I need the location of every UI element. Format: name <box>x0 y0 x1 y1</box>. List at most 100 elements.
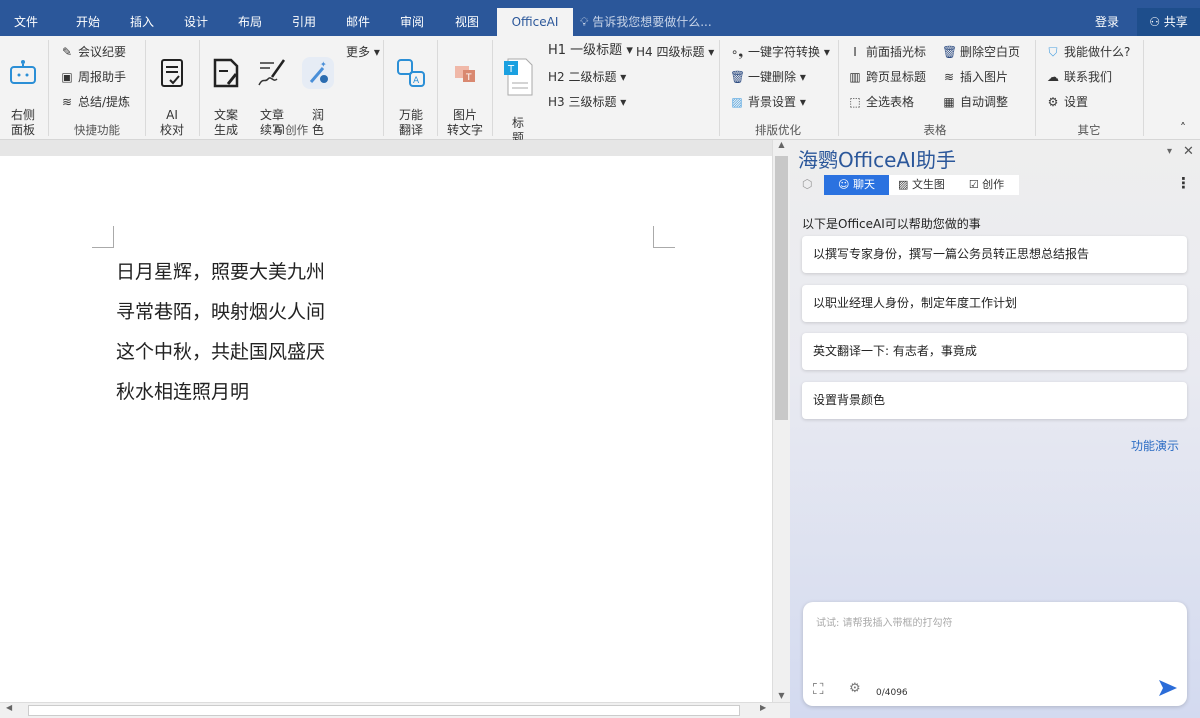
tab-insert[interactable]: 插入 <box>116 0 168 36</box>
heading-button[interactable]: T 标 题 <box>498 42 538 146</box>
document-line[interactable]: 日月星辉，照要大美九州 <box>116 257 325 284</box>
close-icon[interactable]: ✕ <box>1183 144 1194 159</box>
repeat-header-button[interactable]: ▥跨页显标题 <box>848 69 926 85</box>
suggestion-card[interactable]: 英文翻译一下: 有志者，事竟成 <box>802 333 1187 370</box>
scroll-right-icon[interactable]: ▶ <box>760 703 766 712</box>
scroll-left-icon[interactable]: ◀ <box>6 703 12 712</box>
h2-button[interactable]: H2 二级标题 ▾ <box>548 69 626 85</box>
h3-button[interactable]: H3 三级标题 ▾ <box>548 94 626 110</box>
feature-demo-link[interactable]: 功能演示 <box>1131 437 1179 454</box>
group-label-layout: 排版优化 <box>730 122 826 138</box>
image-to-text-button[interactable]: T 图片 转文字 <box>444 42 486 138</box>
tab-home[interactable]: 开始 <box>62 0 114 36</box>
quote-convert-icon: ∘❟ <box>730 44 744 60</box>
wechat-icon: ☁ <box>1046 69 1060 85</box>
tab-mailings[interactable]: 邮件 <box>332 0 384 36</box>
robot-icon <box>7 57 39 89</box>
collapse-ribbon-icon[interactable]: ˄ <box>1180 120 1186 136</box>
share-button[interactable]: ⚇ 共享 <box>1137 8 1200 36</box>
scroll-down-icon[interactable]: ▼ <box>773 691 790 700</box>
tab-text-to-image[interactable]: ▨ 文生图 <box>889 175 954 195</box>
suggestion-card[interactable]: 以撰写专家身份，撰写一篇公务员转正思想总结报告 <box>802 236 1187 273</box>
suggestion-card[interactable]: 设置背景颜色 <box>802 382 1187 419</box>
heading-doc-icon: T <box>502 57 534 97</box>
contact-us-button[interactable]: ☁ 联系我们 <box>1046 69 1112 85</box>
vertical-scrollbar[interactable]: ▲ ▼ <box>772 140 790 702</box>
document-line[interactable]: 这个中秋，共赴国风盛厌 <box>116 337 325 364</box>
chat-input-placeholder[interactable]: 试试: 请帮我插入带框的打勾符 <box>816 614 953 629</box>
auto-fit-button[interactable]: ▦自动调整 <box>942 94 1008 110</box>
document-line[interactable]: 秋水相连照月明 <box>116 377 249 404</box>
label: 更多 <box>346 45 370 59</box>
translate-button[interactable]: A 万能 翻译 <box>390 42 432 138</box>
gear-icon[interactable]: ⚙ <box>849 681 861 696</box>
send-icon[interactable] <box>1159 680 1177 696</box>
scrollbar-thumb[interactable] <box>775 156 788 420</box>
label: 联系我们 <box>1064 70 1112 84</box>
settings-button[interactable]: ⚙设置 <box>1046 94 1088 110</box>
label: 插入图片 <box>960 70 1008 84</box>
svg-text:T: T <box>465 73 472 83</box>
select-table-button[interactable]: ⬚全选表格 <box>848 94 914 110</box>
label: 创作 <box>982 178 1004 191</box>
tab-references[interactable]: 引用 <box>278 0 330 36</box>
intro-text: 以下是OfficeAI可以帮助您做的事 <box>802 215 981 232</box>
label: 图片 转文字 <box>447 108 483 137</box>
tab-layout[interactable]: 布局 <box>224 0 276 36</box>
panel-menu-icon[interactable]: ▾ <box>1167 146 1172 157</box>
char-convert-button[interactable]: ∘❟一键字符转换 ▾ <box>730 44 830 60</box>
more-dropdown[interactable]: 更多 ▾ <box>346 44 380 60</box>
document-line[interactable]: 寻常巷陌，映射烟火人间 <box>116 297 325 324</box>
magic-wand-icon: ✦ <box>302 57 334 89</box>
cube-icon[interactable]: ⬡ <box>802 177 812 191</box>
right-panel-button[interactable]: 右侧 面板 <box>4 42 42 138</box>
edit-icon: ☑ <box>969 178 982 191</box>
horizontal-scrollbar[interactable]: ◀ ▶ <box>0 702 790 718</box>
right-panel-label: 右侧 面板 <box>11 108 35 137</box>
tab-design[interactable]: 设计 <box>170 0 222 36</box>
panel-tabs: ☺ 聊天 ▨ 文生图 ☑ 创作 <box>824 175 1019 195</box>
image-icon: ▨ <box>898 178 912 191</box>
scrollbar-thumb[interactable] <box>28 705 740 716</box>
weekly-report-button[interactable]: ▣周报助手 <box>60 69 126 85</box>
chat-input-box[interactable]: 试试: 请帮我插入带框的打勾符 ⛶ ⚙ 0/4096 <box>803 602 1187 706</box>
meeting-minutes-button[interactable]: ✎会议纪要 <box>60 44 126 60</box>
tell-me-search[interactable]: 💡︎ 告诉我您想要做什么... <box>580 8 712 36</box>
h1-button[interactable]: H1 一级标题 ▾ <box>548 43 633 59</box>
one-click-delete-button[interactable]: 🗑︎一键删除 ▾ <box>730 69 806 85</box>
tab-file[interactable]: 文件 <box>0 0 52 36</box>
label: AI 校对 <box>160 108 184 137</box>
insert-image-button[interactable]: ≋插入图片 <box>942 69 1008 85</box>
document-page[interactable]: 日月星辉，照要大美九州 寻常巷陌，映射烟火人间 这个中秋，共赴国风盛厌 秋水相连… <box>0 156 772 702</box>
tab-chat[interactable]: ☺ 聊天 <box>824 175 889 195</box>
login-button[interactable]: 登录 <box>1095 8 1119 36</box>
tab-create[interactable]: ☑ 创作 <box>954 175 1019 195</box>
label: 聊天 <box>853 178 875 191</box>
officeai-panel: 海鹦OfficeAI助手 ▾ ✕ ⬡ ☺ 聊天 ▨ 文生图 ☑ 创作 ⋮ 以下是… <box>790 140 1200 718</box>
ai-proofread-button[interactable]: AI 校对 <box>152 42 192 138</box>
person-add-icon: ⚇ <box>1149 15 1164 29</box>
delete-blank-page-button[interactable]: 🗑︎删除空白页 <box>942 44 1020 60</box>
screenshot-icon[interactable]: ⛶ <box>813 680 824 698</box>
text-cursor-icon: I <box>848 44 862 60</box>
title-bar: 文件 开始 插入 设计 布局 引用 邮件 审阅 视图 OfficeAI 💡︎ 告… <box>0 0 1200 36</box>
calendar-icon: ▣ <box>60 69 74 85</box>
trash-icon: 🗑︎ <box>942 44 956 60</box>
tab-view[interactable]: 视图 <box>441 0 493 36</box>
h4-button[interactable]: H4 四级标题 ▾ <box>636 44 714 60</box>
label: 我能做什么? <box>1064 45 1130 59</box>
summarize-button[interactable]: ≋总结/提炼 <box>60 94 130 110</box>
more-options-icon[interactable]: ⋮ <box>1176 174 1191 192</box>
tab-review[interactable]: 审阅 <box>386 0 438 36</box>
what-can-i-do-button[interactable]: ⛉我能做什么? <box>1046 44 1130 60</box>
select-box-icon: ⬚ <box>848 94 862 110</box>
suggestion-card[interactable]: 以职业经理人身份，制定年度工作计划 <box>802 285 1187 322</box>
label: 设置 <box>1064 95 1088 109</box>
label: H2 二级标题 <box>548 70 616 84</box>
label: 前面插光标 <box>866 45 926 59</box>
ribbon: 右侧 面板 ✎会议纪要 ▣周报助手 ≋总结/提炼 快捷功能 AI 校对 文案 生… <box>0 36 1200 140</box>
background-settings-button[interactable]: ▨背景设置 ▾ <box>730 94 806 110</box>
label: 万能 翻译 <box>399 108 423 137</box>
insert-cursor-button[interactable]: I 前面插光标 <box>848 44 926 60</box>
scroll-up-icon[interactable]: ▲ <box>773 140 790 149</box>
